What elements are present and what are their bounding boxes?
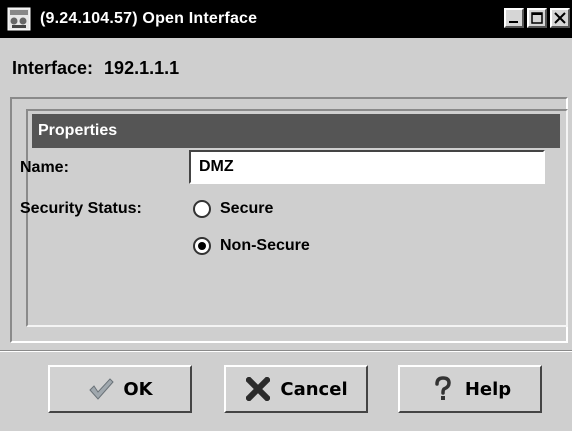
help-button[interactable]: Help <box>398 365 542 413</box>
maximize-icon <box>531 12 543 24</box>
maximize-button[interactable] <box>527 8 547 28</box>
security-status-label: Security Status: <box>20 200 142 217</box>
ok-button[interactable]: OK <box>48 365 192 413</box>
interface-value: 192.1.1.1 <box>104 58 180 78</box>
minimize-button[interactable] <box>504 8 524 28</box>
name-label: Name: <box>20 159 69 176</box>
x-icon <box>244 375 272 403</box>
open-interface-dialog: (9.24.104.57) Open Interface Interface: … <box>0 0 572 431</box>
secure-radio-label: Secure <box>220 200 274 217</box>
secure-radio[interactable] <box>193 200 211 218</box>
properties-group: Properties <box>26 109 568 327</box>
separator-highlight <box>0 351 572 352</box>
window-controls <box>504 8 570 28</box>
non-secure-radio-option[interactable]: Non-Secure <box>193 237 310 255</box>
close-button[interactable] <box>550 8 570 28</box>
radio-selected-dot <box>198 242 206 250</box>
title-bar[interactable]: (9.24.104.57) Open Interface <box>0 0 572 38</box>
window-title: (9.24.104.57) Open Interface <box>40 10 258 27</box>
app-window-icon[interactable] <box>6 6 32 32</box>
secure-radio-option[interactable]: Secure <box>193 200 273 218</box>
close-icon <box>554 12 566 24</box>
content-panel: Properties <box>10 97 568 343</box>
checkmark-icon <box>87 375 115 403</box>
cancel-button-label: Cancel <box>280 378 348 400</box>
question-mark-icon <box>429 375 457 403</box>
ok-button-label: OK <box>123 378 153 400</box>
name-input[interactable] <box>189 150 545 184</box>
minimize-icon <box>509 21 518 23</box>
cancel-button[interactable]: Cancel <box>224 365 368 413</box>
help-button-label: Help <box>464 378 512 400</box>
properties-section-title: Properties <box>32 114 560 148</box>
non-secure-radio[interactable] <box>193 237 211 255</box>
non-secure-radio-label: Non-Secure <box>220 237 310 254</box>
interface-heading: Interface: 192.1.1.1 <box>12 58 179 79</box>
interface-label: Interface: <box>12 58 94 78</box>
